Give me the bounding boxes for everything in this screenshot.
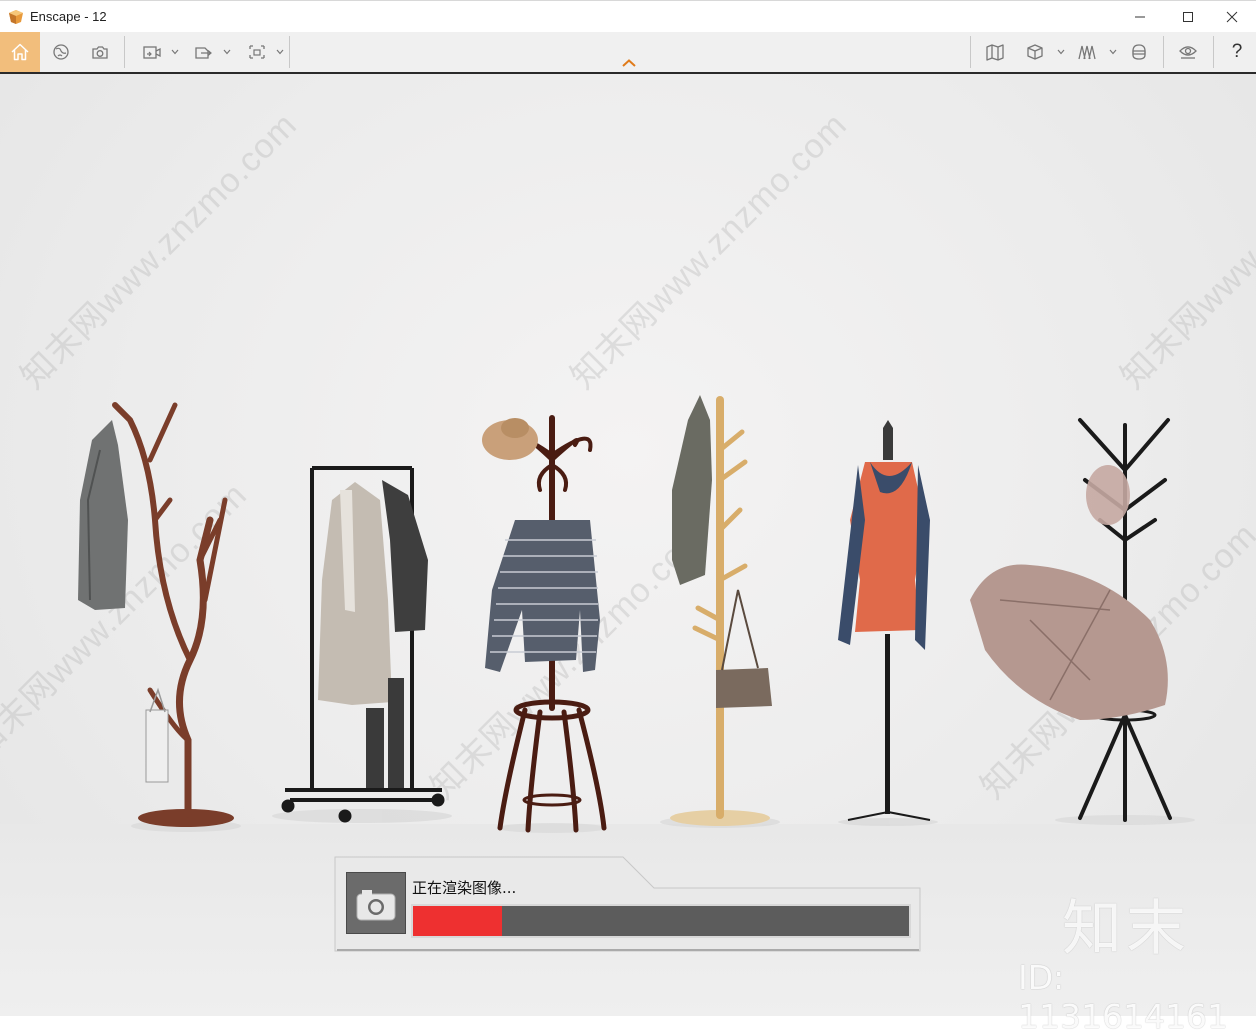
- toolbar-separator: [124, 36, 125, 68]
- chevron-down-icon: [276, 49, 284, 55]
- screenshot-icon: [92, 46, 108, 59]
- export-dropdown[interactable]: [223, 32, 231, 72]
- camera-icon-box: [346, 872, 406, 934]
- toolbar-separator: [289, 36, 290, 68]
- vr-headset-icon: [1132, 44, 1146, 60]
- orbit-button[interactable]: [44, 32, 78, 72]
- asset-library-icon: [1078, 45, 1096, 60]
- minimize-button[interactable]: [1116, 1, 1164, 33]
- batch-render-icon: [249, 45, 265, 59]
- help-button[interactable]: ?: [1220, 32, 1254, 72]
- toolbar-separator: [970, 36, 971, 68]
- visual-settings-icon: [1179, 46, 1197, 59]
- batch-render-dropdown[interactable]: [276, 32, 284, 72]
- close-button[interactable]: [1208, 1, 1256, 33]
- render-progress-dialog: [334, 856, 921, 952]
- chevron-down-icon: [223, 49, 231, 55]
- batch-render-button[interactable]: [240, 32, 274, 72]
- maximize-icon: [1183, 12, 1193, 22]
- home-icon: [11, 43, 29, 61]
- branch-coat-stand: [112, 402, 234, 827]
- home-button[interactable]: [0, 32, 40, 72]
- box-icon: [1027, 44, 1043, 60]
- hat-on-stand: [1086, 465, 1130, 525]
- title-bar: Enscape - 12: [0, 0, 1256, 32]
- toolbar: ?: [0, 32, 1256, 74]
- visual-settings-button[interactable]: [1170, 32, 1206, 72]
- video-path-icon: [143, 46, 161, 59]
- straw-hat: [482, 418, 538, 460]
- striped-sweater: [485, 520, 600, 672]
- collapse-toolbar-button[interactable]: [620, 32, 638, 72]
- box-button[interactable]: [1018, 32, 1052, 72]
- asset-library-dropdown[interactable]: [1109, 32, 1117, 72]
- box-dropdown[interactable]: [1057, 32, 1065, 72]
- beige-coat: [318, 482, 392, 705]
- umbrella: [970, 564, 1168, 720]
- video-path-button[interactable]: [136, 32, 168, 72]
- dark-jacket: [382, 480, 428, 632]
- render-status-text: 正在渲染图像...: [412, 879, 517, 897]
- shoulder-bag: [716, 589, 772, 708]
- screenshot-button[interactable]: [82, 32, 118, 72]
- chevron-up-icon: [622, 59, 636, 67]
- enscape-logo-icon: [9, 10, 23, 24]
- export-button[interactable]: [186, 32, 220, 72]
- map-icon: [986, 44, 1004, 61]
- chevron-down-icon: [171, 49, 179, 55]
- window-title: Enscape - 12: [30, 9, 107, 24]
- toolbar-separator: [1163, 36, 1164, 68]
- progress-fill: [413, 906, 502, 936]
- plaid-shirt: [672, 395, 712, 585]
- minimize-icon: [1135, 16, 1145, 18]
- grey-coat: [78, 420, 128, 610]
- toolbar-separator: [1213, 36, 1214, 68]
- close-icon: [1226, 11, 1238, 23]
- map-button[interactable]: [978, 32, 1012, 72]
- watermark-id: ID: 1131614161: [1018, 958, 1228, 1036]
- orbit-icon: [53, 44, 69, 60]
- watermark-logo: 知末: [1062, 894, 1190, 964]
- maximize-button[interactable]: [1164, 1, 1212, 33]
- chevron-down-icon: [1109, 49, 1117, 55]
- export-icon: [195, 47, 212, 59]
- vr-headset-button[interactable]: [1122, 32, 1156, 72]
- asset-library-button[interactable]: [1070, 32, 1104, 72]
- video-path-dropdown[interactable]: [171, 32, 179, 72]
- chevron-down-icon: [1057, 49, 1065, 55]
- dress-mannequin: [838, 420, 931, 821]
- camera-icon: [356, 890, 396, 921]
